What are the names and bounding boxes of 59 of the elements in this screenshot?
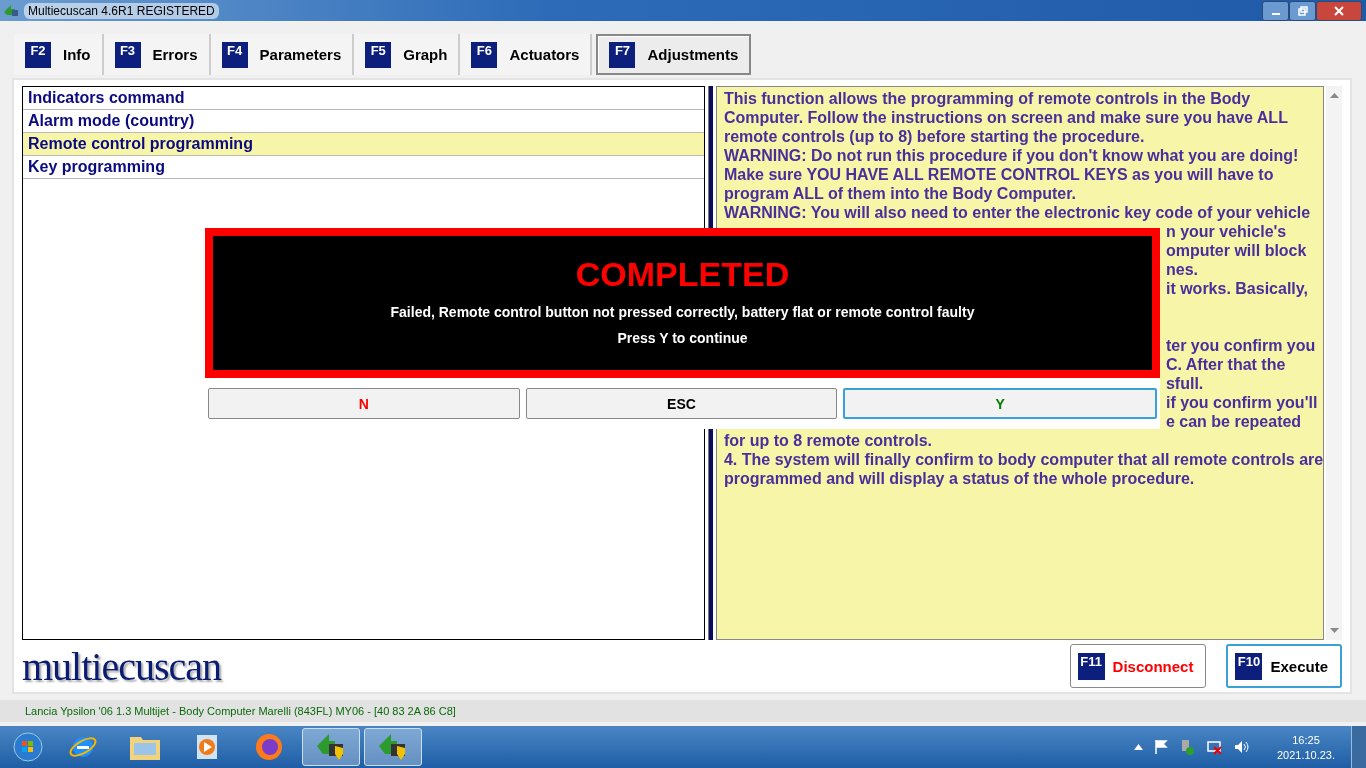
help-text-line: e can be repeated [1165, 413, 1302, 430]
dialog-button[interactable]: N [208, 388, 520, 419]
help-text-line: sfull. [1165, 375, 1204, 392]
volume-icon[interactable] [1233, 739, 1251, 755]
help-text-line: if you confirm you'll [1165, 394, 1318, 411]
clock-time: 16:25 [1292, 733, 1320, 746]
close-icon [1334, 5, 1344, 16]
help-text-line: n your vehicle's [1165, 223, 1287, 240]
help-text-line: program ALL of them into the Body Computer. [723, 185, 1076, 202]
scrollbar[interactable] [1326, 86, 1342, 641]
list-item[interactable]: Remote control programming [23, 133, 704, 156]
dialog-title: COMPLETED [575, 254, 790, 294]
help-text-line: 4. The system will finally confirm to body computer that all remote controls are [723, 451, 1324, 468]
list-item[interactable]: Key programming [23, 156, 704, 179]
help-text-line: Make sure YOU HAVE ALL REMOTE CONTROL KEYS as you will have to [723, 166, 1274, 183]
taskbar-app[interactable] [302, 728, 360, 766]
dialog-message: Failed, Remote control button not pressed correctly, battery flat or remote control faulty [390, 304, 975, 320]
help-text-line: WARNING: You will also need to enter the electronic key code of your vehicle [723, 204, 1311, 221]
show-desktop-button[interactable] [1351, 726, 1366, 768]
help-text-line: ter you confirm you [1165, 337, 1316, 354]
scroll-up-icon[interactable] [1329, 92, 1339, 98]
scroll-down-icon[interactable] [1329, 628, 1339, 635]
tab[interactable]: F7 Adjustments [596, 34, 752, 75]
tab[interactable]: F5 Graph [354, 34, 461, 75]
help-text-line: for up to 8 remote controls. [723, 432, 932, 449]
help-text-line: Computer. Follow the instructions on screen and make sure you have ALL [723, 109, 1288, 126]
tab[interactable]: F4 Parameters [210, 34, 355, 75]
flag-icon[interactable] [1153, 739, 1169, 755]
list-item[interactable]: Indicators command [23, 87, 704, 110]
help-text-line: WARNING: Do not run this procedure if you don't know what you are doing! [723, 147, 1299, 164]
restore-icon [1297, 5, 1308, 16]
dialog-button[interactable]: Y [843, 388, 1157, 419]
logo: multiecuscan [22, 642, 222, 690]
restore-button[interactable] [1289, 0, 1316, 21]
minimize-icon [1271, 13, 1280, 15]
action-button[interactable]: F10 Execute [1226, 644, 1342, 689]
window-title: Multiecuscan 4.6R1 REGISTERED [24, 2, 219, 19]
help-text-line: remote controls (up to 8) before starting the procedure. [723, 128, 1145, 145]
show-hidden-icons[interactable] [1134, 744, 1143, 750]
taskbar-app[interactable] [364, 728, 422, 766]
help-text-line: This function allows the programming of remote controls in the Body [723, 90, 1251, 107]
close-button[interactable] [1316, 0, 1362, 21]
help-text-line: C. After that the [1165, 356, 1286, 373]
help-text-line: programmed and will display a status of the whole procedure. [723, 470, 1195, 487]
help-text-line: nes. [1165, 261, 1198, 278]
app-icon [3, 3, 19, 18]
status-bar: Lancia Ypsilon '06 1.3 Multijet - Body Computer Marelli (843FL) MY06 - [40 83 2A 86 C8] [0, 700, 1366, 722]
minimize-button[interactable] [1262, 0, 1289, 21]
tab[interactable]: F3 Errors [103, 34, 211, 75]
tab[interactable]: F6 Actuators [460, 34, 593, 75]
help-text-line: it works. Basically, [1165, 280, 1308, 297]
clock[interactable]: 16:25 2021.10.23. [1271, 733, 1341, 761]
network-icon[interactable] [1205, 739, 1223, 755]
dialog-button[interactable]: ESC [525, 388, 838, 419]
action-button[interactable]: F11 Disconnect [1069, 644, 1207, 689]
clock-date: 2021.10.23. [1276, 748, 1336, 761]
tab[interactable]: F2 Info [14, 34, 104, 75]
dialog-prompt: Press Y to continue [617, 330, 748, 346]
help-text-line: omputer will block [1165, 242, 1307, 259]
